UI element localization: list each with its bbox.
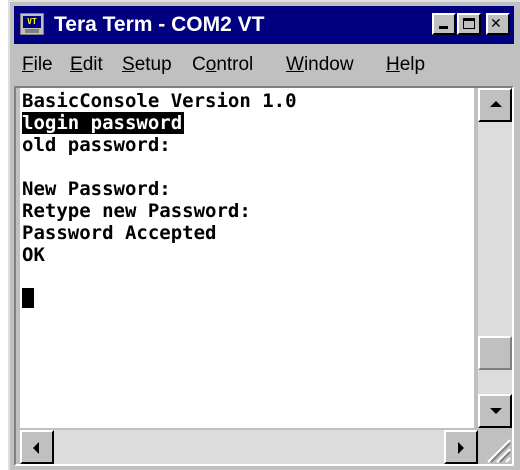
selected-text: login password — [22, 112, 185, 134]
arrow-left-icon — [33, 442, 39, 454]
window-title: Tera Term - COM2 VT — [54, 13, 265, 36]
menu-file[interactable]: File — [22, 54, 53, 76]
resize-grip-icon — [487, 439, 511, 463]
terminal-line: BasicConsole Version 1.0 — [22, 90, 297, 112]
horizontal-scrollbar[interactable] — [20, 430, 478, 464]
minimize-icon — [439, 26, 448, 29]
terminal-line: Password Accepted — [22, 222, 217, 244]
terminal-line: old password: — [22, 134, 171, 156]
menu-edit[interactable]: Edit — [70, 54, 103, 76]
close-icon: ✕ — [490, 16, 502, 32]
menu-setup[interactable]: Setup — [122, 54, 172, 76]
scroll-left-button[interactable] — [20, 430, 54, 464]
tera-term-window: VT Tera Term - COM2 VT ✕ File Edit Setup… — [8, 0, 520, 470]
terminal-screen[interactable]: BasicConsole Version 1.0 login password … — [20, 88, 474, 428]
tera-term-app-icon[interactable]: VT — [20, 13, 44, 35]
arrow-up-icon — [490, 101, 502, 107]
maximize-button[interactable] — [457, 13, 481, 35]
menu-window[interactable]: Window — [286, 54, 354, 76]
app-icon-label: VT — [23, 16, 41, 28]
vertical-scroll-thumb[interactable] — [478, 336, 512, 370]
arrow-right-icon — [458, 442, 464, 454]
app-icon-base — [25, 29, 39, 33]
arrow-down-icon — [490, 408, 502, 414]
scroll-right-button[interactable] — [444, 430, 478, 464]
terminal-line: New Password: — [22, 178, 171, 200]
terminal-line: Retype new Password: — [22, 200, 251, 222]
terminal-line: OK — [22, 244, 45, 266]
menu-help[interactable]: Help — [386, 54, 425, 76]
terminal-line-selected[interactable]: login password — [22, 112, 185, 134]
menu-bar: File Edit Setup Control Window Help — [14, 48, 514, 82]
menu-control[interactable]: Control — [192, 54, 253, 76]
resize-grip[interactable] — [478, 430, 512, 464]
terminal-cursor — [22, 288, 34, 308]
maximize-icon — [463, 18, 475, 29]
title-bar[interactable]: VT Tera Term - COM2 VT ✕ — [14, 6, 514, 44]
scroll-down-button[interactable] — [478, 394, 512, 428]
vertical-scrollbar[interactable] — [478, 88, 512, 428]
scroll-up-button[interactable] — [478, 88, 512, 122]
close-button[interactable]: ✕ — [486, 13, 510, 35]
minimize-button[interactable] — [432, 13, 456, 35]
